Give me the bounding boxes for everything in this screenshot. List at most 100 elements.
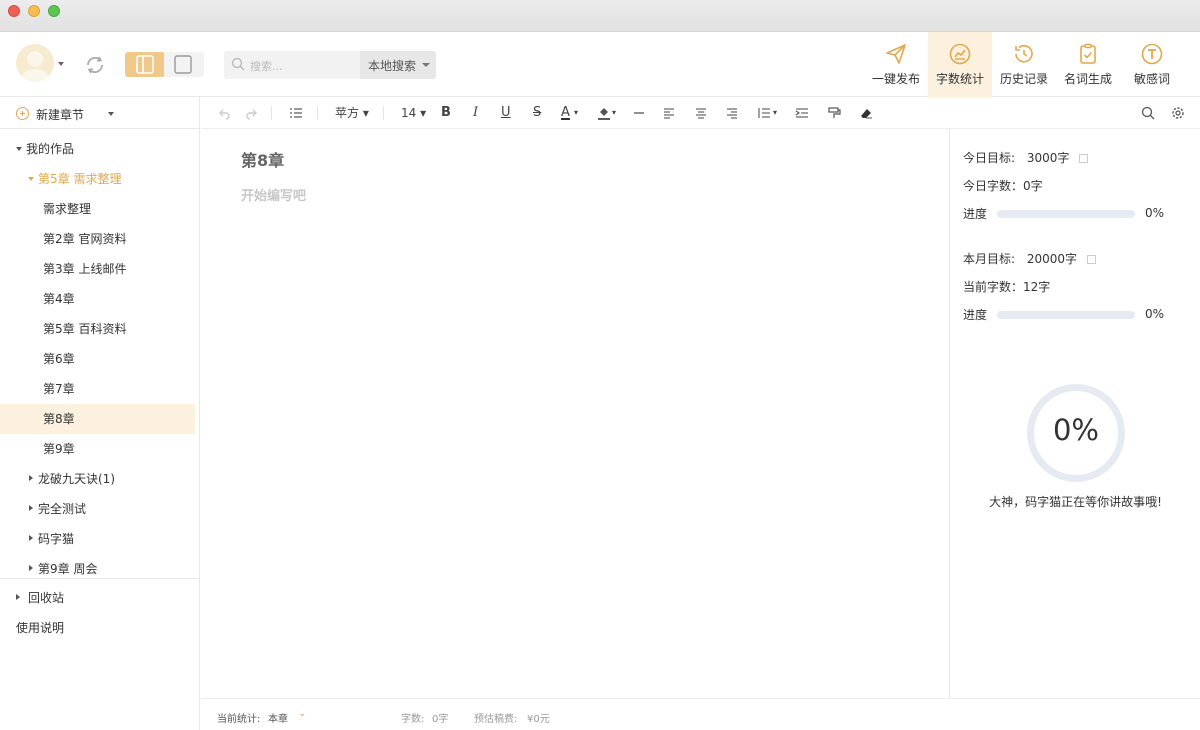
chevron-down-icon[interactable]: ⌄ [298,708,306,719]
chapter-sidebar: 新建章节 我的作品 第5章 需求整理 需求整理 第2章 官网资料 第3章 上线邮件 第4章… [0,97,200,730]
tree-item[interactable]: 第2章 官网资料 [0,224,195,254]
tree-item-label: 第5章 百科资料 [43,322,127,336]
single-column-layout-button[interactable] [164,52,204,77]
stat-scope-select[interactable]: 本章 [268,710,288,725]
chevron-down-icon[interactable] [28,177,34,181]
word-count-button[interactable]: 字数统计 [928,32,992,97]
align-left-icon[interactable] [663,105,675,121]
tree-item-label: 第9章 [43,442,75,456]
align-right-icon[interactable] [726,105,738,121]
chevron-right-icon[interactable] [29,535,33,541]
tree-item[interactable]: 需求整理 [0,194,195,224]
chevron-down-icon[interactable]: ▾ [574,105,578,121]
tree-item-label: 第7章 [43,382,75,396]
publish-label: 一键发布 [871,72,920,86]
tree-item[interactable]: 第5章 百科资料 [0,314,195,344]
history-button[interactable]: 历史记录 [992,32,1056,97]
month-progress-label: 进度 [963,308,988,322]
help-item[interactable]: 使用说明 [0,613,195,643]
two-column-layout-button[interactable] [125,52,165,77]
tree-item-label: 第3章 上线邮件 [43,262,127,276]
search-icon[interactable] [1141,105,1155,121]
search-field[interactable]: 搜索... 本地搜索 [224,51,436,79]
sensitive-words-label: 敏感词 [1133,72,1170,86]
line-height-icon[interactable] [757,105,771,121]
highlight-color-icon[interactable] [597,105,611,121]
status-bar: 当前统计: 本章 ⌄ 字数: 0字 预估稿费: ¥0元 [201,698,1200,730]
progress-ring-percent: 0% [1052,413,1099,447]
horizontal-rule-icon[interactable] [633,105,645,121]
tree-item[interactable]: 码字猫 [0,524,195,554]
tree-item[interactable]: 完全测试 [0,494,195,524]
chevron-down-icon[interactable] [58,62,64,66]
chevron-right-icon[interactable] [29,475,33,481]
single-layout-icon [174,55,192,74]
sync-icon[interactable] [84,54,106,76]
undo-icon[interactable] [217,105,231,121]
tree-item[interactable]: 第5章 需求整理 [0,164,195,194]
close-window-button[interactable] [8,5,20,17]
font-family-select[interactable]: 苹方 ▾ [335,105,369,121]
maximize-window-button[interactable] [48,5,60,17]
font-color-icon[interactable]: A [561,105,570,120]
window-titlebar [0,0,1200,32]
split-layout-icon [136,55,154,74]
tree-item[interactable]: 第9章 [0,434,195,464]
sensitive-words-button[interactable]: 敏感词 [1120,32,1184,97]
current-words: 当前字数：12字 [963,280,1051,294]
format-painter-icon[interactable] [827,105,841,121]
strikethrough-icon[interactable]: S [533,105,541,121]
tree-item[interactable]: 第8章 [0,404,195,434]
avatar[interactable] [16,44,54,82]
today-goal-row: 今日目标: 3000字 [963,150,1089,166]
chevron-down-icon [108,112,114,116]
today-goal-label: 今日目标: [963,151,1016,165]
chart-icon [949,43,971,65]
bold-icon[interactable]: B [441,105,451,121]
search-input[interactable]: 搜索... [250,58,283,74]
chapter-body-placeholder[interactable]: 开始编写吧 [241,185,306,204]
tree-item[interactable]: 第6章 [0,344,195,374]
indent-icon[interactable] [795,105,809,121]
redo-icon[interactable] [245,105,259,121]
search-icon [231,57,245,71]
recycle-bin-item[interactable]: 回收站 [0,583,195,613]
edit-icon[interactable] [1086,255,1096,264]
chevron-right-icon[interactable] [29,505,33,511]
tree-item-label: 第8章 [43,412,75,426]
edit-icon[interactable] [1079,154,1089,163]
fee-label: 预估稿费: [474,714,518,725]
today-progress-bar [997,210,1135,218]
publish-button[interactable]: 一键发布 [864,32,928,97]
month-goal-row: 本月目标: 20000字 [963,251,1096,267]
tree-item[interactable]: 第4章 [0,284,195,314]
align-center-icon[interactable] [695,105,707,121]
list-format-icon[interactable] [289,105,303,121]
minimize-window-button[interactable] [28,5,40,17]
noun-generator-button[interactable]: 名词生成 [1056,32,1120,97]
history-icon [1015,44,1033,63]
word-count-label: 字数统计 [935,72,984,86]
chevron-right-icon[interactable] [29,565,33,571]
tree-item-label: 龙破九天诀(1) [38,472,115,486]
gear-icon[interactable] [1171,105,1185,121]
tree-item[interactable]: 龙破九天诀(1) [0,464,195,494]
tree-item[interactable]: 第3章 上线邮件 [0,254,195,284]
search-scope-select[interactable]: 本地搜索 [360,51,436,79]
tree-item[interactable]: 第7章 [0,374,195,404]
tree-item[interactable]: 我的作品 [0,134,195,164]
eraser-icon[interactable] [859,105,873,121]
editor-area[interactable]: 第8章 开始编写吧 [201,129,949,698]
chevron-down-icon[interactable]: ▾ [612,105,616,121]
today-words: 今日字数：0字 [963,179,1043,193]
underline-icon[interactable]: U [501,105,511,121]
font-size-select[interactable]: 14 ▾ [401,105,426,121]
italic-icon[interactable]: I [473,105,478,121]
month-progress-percent: 0% [1145,307,1165,321]
chapter-title[interactable]: 第8章 [241,147,284,171]
chevron-down-icon[interactable] [16,147,22,151]
tree-item-label: 码字猫 [38,532,75,546]
tree-item[interactable]: 第9章 周会 [0,554,195,584]
history-label: 历史记录 [999,72,1048,86]
chevron-down-icon[interactable]: ▾ [773,105,777,121]
